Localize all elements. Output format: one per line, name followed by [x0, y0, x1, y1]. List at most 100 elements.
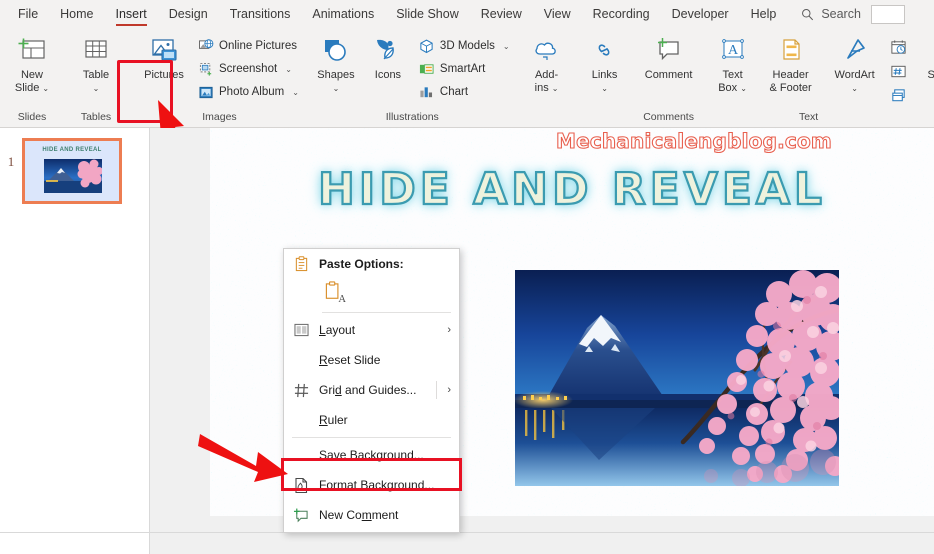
object-icon — [892, 89, 905, 102]
chevron-right-icon: › — [447, 384, 451, 396]
search-input[interactable] — [870, 4, 905, 24]
menu-item-format-background[interactable]: Format Background... — [284, 470, 459, 500]
menu-item-ruler-label: Ruler — [319, 413, 348, 427]
chevron-down-icon[interactable]: ⌄ — [552, 84, 559, 93]
addins-button[interactable]: Add-ins ⌄ — [522, 33, 572, 97]
search-box[interactable]: Search — [801, 7, 861, 21]
menu-item-format-background-label: Format Background... — [319, 478, 435, 492]
tab-home[interactable]: Home — [49, 0, 104, 28]
slides-thumbnail-panel[interactable]: 1 HIDE AND REVEAL — [0, 128, 150, 532]
addins-label-line1: Add- — [534, 69, 559, 81]
menu-item-new-comment[interactable]: New Comment — [284, 500, 459, 530]
comment-button[interactable]: Comment — [638, 33, 700, 85]
tab-animations[interactable]: Animations — [301, 0, 385, 28]
chevron-down-icon[interactable]: ⌄ — [851, 84, 858, 93]
group-label-addins — [522, 107, 572, 127]
text-box-button[interactable]: A Text Box ⌄ — [708, 33, 758, 97]
shapes-label: Shapes — [317, 69, 355, 81]
smartart-icon — [419, 61, 435, 77]
new-slide-label-line1: New — [20, 69, 43, 81]
new-comment-icon — [292, 508, 310, 523]
slide-canvas-area: HIDE AND REVEAL Mechanicalengblog.com — [150, 128, 934, 532]
slide-photo[interactable] — [515, 270, 839, 486]
tab-slide-show[interactable]: Slide Show — [385, 0, 470, 28]
tab-help[interactable]: Help — [740, 0, 788, 28]
links-button[interactable]: Links ⌄ — [580, 33, 630, 97]
ribbon-group-illustrations: Shapes ⌄ Icons 3D Models ⌄ SmartArt Char… — [307, 28, 518, 127]
date-time-button[interactable] — [888, 37, 910, 58]
tab-developer[interactable]: Developer — [661, 0, 740, 28]
format-background-icon — [292, 477, 310, 494]
chevron-down-icon[interactable]: ⌄ — [333, 84, 340, 93]
chevron-down-icon[interactable]: ⌄ — [93, 84, 100, 93]
chevron-down-icon[interactable]: ⌄ — [503, 42, 510, 51]
layout-icon — [292, 323, 310, 337]
wordart-label: WordArt — [834, 69, 875, 81]
table-button[interactable]: Table ⌄ — [68, 33, 124, 97]
menu-item-reset-slide-label: Reset Slide — [319, 353, 381, 367]
header-footer-label-line2: & Footer — [769, 81, 812, 94]
menu-item-layout[interactable]: Layout › — [284, 315, 459, 345]
tab-transitions[interactable]: Transitions — [219, 0, 302, 28]
comment-label: Comment — [644, 69, 693, 81]
tab-file[interactable]: File — [0, 0, 49, 28]
tab-recording[interactable]: Recording — [582, 0, 661, 28]
icons-button[interactable]: Icons — [363, 33, 413, 85]
slide-number-button[interactable] — [888, 61, 910, 82]
chevron-down-icon[interactable]: ⌄ — [285, 65, 292, 74]
tab-view[interactable]: View — [533, 0, 582, 28]
tab-design[interactable]: Design — [158, 0, 219, 28]
menu-item-reset-slide[interactable]: Reset Slide — [284, 345, 459, 375]
chevron-down-icon[interactable]: ⌄ — [601, 84, 608, 93]
object-button[interactable] — [888, 85, 910, 106]
ribbon-group-slides: New Slide ⌄ Slides — [0, 28, 64, 127]
wordart-button[interactable]: WordArt ⌄ — [824, 33, 886, 97]
paste-keep-text-only-icon: A — [325, 281, 346, 305]
slide-thumbnail[interactable]: HIDE AND REVEAL — [22, 138, 122, 204]
menu-item-ruler[interactable]: Ruler — [284, 405, 459, 435]
tab-file-label: File — [18, 7, 39, 21]
slide-title[interactable]: HIDE AND REVEAL — [210, 163, 934, 216]
chevron-down-icon[interactable]: ⌄ — [292, 88, 299, 97]
table-label: Table — [82, 69, 110, 81]
ribbon-group-comments: Comment Comments — [634, 28, 704, 127]
shapes-button[interactable]: Shapes ⌄ — [311, 33, 361, 97]
3d-models-button[interactable]: 3D Models ⌄ — [415, 35, 514, 57]
tab-review-label: Review — [480, 7, 522, 21]
context-menu[interactable]: Paste Options: A Layout › Reset Slide Gr… — [283, 248, 460, 533]
chevron-down-icon[interactable]: ⌄ — [42, 84, 49, 93]
group-label-links — [580, 107, 630, 127]
group-label-slides: Slides — [17, 111, 47, 123]
tab-review[interactable]: Review — [470, 0, 533, 28]
new-slide-button[interactable]: New Slide ⌄ — [4, 33, 60, 97]
screenshot-button[interactable]: Screenshot ⌄ — [194, 58, 303, 80]
search-label: Search — [821, 7, 861, 21]
photo-album-button[interactable]: Photo Album ⌄ — [194, 81, 303, 103]
header-footer-button[interactable]: Header & Footer — [760, 33, 822, 97]
3d-models-label: 3D Models — [439, 40, 495, 52]
status-bar — [0, 532, 934, 554]
online-pictures-button[interactable]: Online Pictures — [194, 35, 303, 57]
paste-options-header: Paste Options: — [284, 252, 459, 276]
menu-item-grid-and-guides[interactable]: Grid and Guides... › — [284, 375, 459, 405]
smartart-label: SmartArt — [439, 63, 486, 75]
text-box-label-line1: Text — [722, 69, 743, 81]
chevron-down-icon[interactable]: ⌄ — [740, 84, 747, 93]
search-icon — [802, 8, 814, 20]
paste-keep-text-only-button[interactable]: A — [284, 276, 459, 310]
slide-thumbnail-item[interactable]: 1 HIDE AND REVEAL — [0, 138, 150, 204]
new-slide-label-line2: Slide — [14, 81, 40, 94]
links-icon — [590, 36, 620, 66]
chart-button[interactable]: Chart — [415, 81, 514, 103]
menu-item-save-background[interactable]: Save Background... — [284, 440, 459, 470]
symbols-button[interactable]: Ω Symbols⌄ — [918, 33, 934, 97]
smartart-button[interactable]: SmartArt — [415, 58, 514, 80]
wordart-icon — [840, 36, 870, 66]
ribbon-group-symbols: Ω Symbols⌄ — [914, 28, 934, 127]
pictures-button[interactable]: Pictures — [136, 33, 192, 85]
menu-item-grid-and-guides-label: Grid and Guides... — [319, 383, 417, 397]
tab-insert[interactable]: Insert — [105, 0, 158, 28]
group-label-illustrations: Illustrations — [385, 111, 439, 123]
3d-models-icon — [419, 38, 435, 54]
menu-divider — [322, 312, 451, 313]
